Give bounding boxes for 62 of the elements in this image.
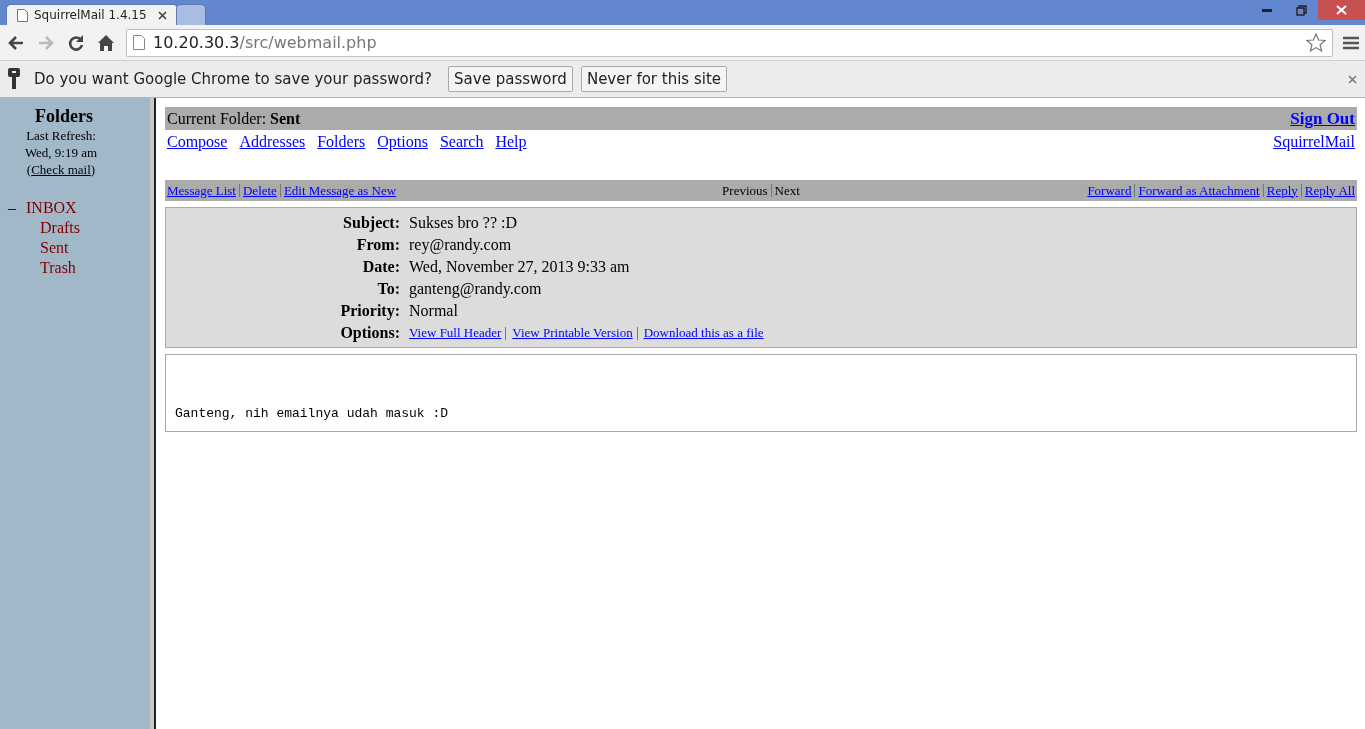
never-button[interactable]: Never for this site: [580, 66, 728, 92]
header-label: To:: [376, 279, 400, 299]
parenthesis: ): [90, 162, 96, 177]
toolbar-link[interactable]: Reply All: [1304, 182, 1355, 199]
refresh-label: Last Refresh:: [25, 127, 97, 144]
address-bar[interactable]: 10.20.30.3/src/webmail.php: [126, 28, 1333, 57]
header-label: Subject:: [342, 213, 400, 234]
header-label: Date:: [361, 257, 400, 277]
header-value: Normal: [409, 301, 459, 321]
key-icon: [8, 68, 20, 90]
brand-link[interactable]: SquirrelMail: [1273, 133, 1355, 151]
minimize-icon: [1262, 8, 1272, 12]
folder-item[interactable]: INBOX: [26, 198, 77, 218]
folder-item[interactable]: Drafts: [40, 218, 80, 238]
nav-link[interactable]: Addresses: [239, 133, 306, 151]
browser-tab[interactable]: SquirrelMail 1.4.15: [6, 4, 178, 25]
nav-link[interactable]: Search: [439, 133, 484, 151]
header-label: From:: [355, 235, 400, 255]
menu-icon[interactable]: [1343, 35, 1359, 50]
home-icon[interactable]: [96, 32, 116, 53]
message-body: Ganteng, nih emailnya udah masuk :D: [165, 354, 1357, 432]
nav-link[interactable]: Folders: [317, 133, 366, 151]
nav-link[interactable]: Options: [377, 133, 428, 151]
header-label: Priority:: [339, 301, 400, 322]
check-mail-link[interactable]: Check mail: [31, 162, 91, 177]
star-icon[interactable]: [1306, 33, 1326, 52]
toolbar-link[interactable]: Forward: [1087, 182, 1132, 199]
save-password-button[interactable]: Save password: [448, 66, 573, 92]
close-icon: [1336, 5, 1347, 15]
header-value: rey@randy.com: [409, 235, 513, 256]
toolbar-link[interactable]: Message List: [167, 182, 236, 199]
header-value: ganteng@randy.com: [409, 279, 543, 300]
page-icon: [133, 35, 145, 50]
nav-link[interactable]: Compose: [167, 133, 228, 151]
infobar-message: Do you want Google Chrome to save your password?: [34, 70, 433, 88]
header-value: Sukses bro ?? :D: [409, 213, 518, 233]
sidebar-title: Folders: [34, 106, 94, 127]
restore-icon: [1295, 4, 1307, 16]
toolbar-link[interactable]: Forward as Attachment: [1138, 182, 1260, 199]
folder-item[interactable]: Trash: [40, 258, 76, 278]
toolbar-link[interactable]: Delete: [242, 182, 277, 199]
collapse-toggle[interactable]: –: [8, 198, 16, 218]
nav-link[interactable]: Help: [495, 133, 527, 151]
page-icon: [17, 8, 28, 22]
sign-out-link[interactable]: Sign Out: [1290, 108, 1355, 129]
close-button[interactable]: [1318, 0, 1365, 20]
option-link[interactable]: View Full Header: [409, 322, 502, 344]
header-label: Options:: [339, 323, 400, 344]
current-folder: Sent: [270, 109, 301, 128]
pager-text: Previous: [722, 182, 768, 199]
option-link[interactable]: Download this as a file: [643, 322, 764, 344]
close-icon[interactable]: [158, 10, 167, 20]
toolbar-link[interactable]: Reply: [1266, 182, 1298, 199]
current-folder-label: Current Folder:: [167, 109, 267, 128]
toolbar-link[interactable]: Edit Message as New: [283, 182, 397, 199]
option-link[interactable]: View Printable Version: [512, 322, 633, 344]
refresh-time: Wed, 9:19 am: [23, 144, 99, 161]
folder-item[interactable]: Sent: [40, 238, 69, 258]
parenthesis: (: [26, 162, 32, 177]
pager-text: Next: [774, 182, 800, 199]
close-icon[interactable]: [1348, 74, 1357, 84]
header-value: Wed, November 27, 2013 9:33 am: [409, 257, 631, 277]
